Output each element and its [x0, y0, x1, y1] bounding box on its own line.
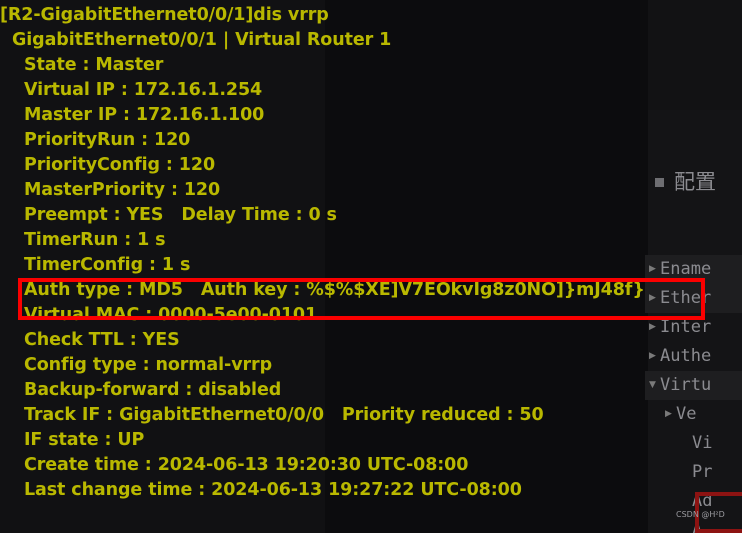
tree-item[interactable]: ▶ Inter	[645, 313, 742, 342]
watermark: CSDN @H²D	[676, 510, 725, 519]
screenshot-root: [R2-GigabitEthernet0/0/1]dis vrrp Gigabi…	[0, 0, 742, 533]
tree-item[interactable]: ▶ Ve	[645, 400, 742, 429]
terminal-line: Auth type : MD5 Auth key : %$%$XE]V7EOkv…	[0, 280, 704, 300]
config-tree[interactable]: ▶Ename▶Ether▶Inter▶Authe▼Virtu▶Ve▶Vi▶Pr▶…	[645, 255, 742, 533]
chevron-right-icon[interactable]: ▶	[645, 323, 660, 332]
tree-item[interactable]: ▶Vi	[645, 429, 742, 458]
terminal-line: Master IP : 172.16.1.100	[0, 105, 265, 125]
tree-item-label: Pr	[692, 462, 713, 482]
terminal-line: Create time : 2024-06-13 19:20:30 UTC-08…	[0, 455, 469, 475]
chevron-down-icon[interactable]: ▼	[645, 381, 660, 390]
tree-item[interactable]: ▶Pr	[645, 458, 742, 487]
tree-item-label: Ename	[660, 259, 712, 279]
tree-item-label: Authe	[660, 346, 712, 366]
terminal-line: PriorityConfig : 120	[0, 155, 216, 175]
chevron-right-icon[interactable]: ▶	[661, 410, 676, 419]
terminal-line: Check TTL : YES	[0, 330, 180, 350]
terminal-window[interactable]: [R2-GigabitEthernet0/0/1]dis vrrp Gigabi…	[0, 0, 704, 533]
tree-item-label: Inter	[660, 317, 712, 337]
terminal-line: Last change time : 2024-06-13 19:27:22 U…	[0, 480, 522, 500]
chevron-right-icon[interactable]: ▶	[645, 352, 660, 361]
terminal-line: Backup-forward : disabled	[0, 380, 282, 400]
tree-item[interactable]: ▶ Authe	[645, 342, 742, 371]
terminal-line: TimerRun : 1 s	[0, 230, 166, 250]
side-panel-header-label: 配置	[674, 170, 716, 194]
terminal-line: IF state : UP	[0, 430, 145, 450]
side-panel-header: 配置	[655, 172, 716, 193]
tree-item-label: Virtu	[660, 375, 712, 395]
tree-item[interactable]: ▶ Ename	[645, 255, 742, 284]
tree-item-label: Vi	[692, 433, 713, 453]
bullet-square-icon	[655, 178, 664, 187]
tree-item-label: Ether	[660, 288, 712, 308]
chevron-right-icon[interactable]: ▶	[645, 265, 660, 274]
terminal-line: State : Master	[0, 55, 164, 75]
chevron-right-icon[interactable]: ▶	[645, 294, 660, 303]
side-panel-top-region	[645, 0, 742, 110]
terminal-line: GigabitEthernet0/0/1 | Virtual Router 1	[0, 30, 392, 50]
terminal-line: Preempt : YES Delay Time : 0 s	[0, 205, 337, 225]
terminal-line: PriorityRun : 120	[0, 130, 191, 150]
terminal-line: Virtual MAC : 0000-5e00-0101	[0, 305, 318, 325]
terminal-line: [R2-GigabitEthernet0/0/1]dis vrrp	[0, 5, 329, 25]
tree-item-label: Ad	[692, 491, 713, 511]
tree-item-label: A	[692, 520, 703, 533]
terminal-output: [R2-GigabitEthernet0/0/1]dis vrrp Gigabi…	[0, 3, 704, 503]
tree-item[interactable]: ▼ Virtu	[645, 371, 742, 400]
terminal-line: Track IF : GigabitEthernet0/0/0 Priority…	[0, 405, 544, 425]
tree-item[interactable]: ▶ Ether	[645, 284, 742, 313]
tree-item-label: Ve	[676, 404, 697, 424]
terminal-line: MasterPriority : 120	[0, 180, 221, 200]
terminal-line: TimerConfig : 1 s	[0, 255, 191, 275]
terminal-line: Config type : normal-vrrp	[0, 355, 272, 375]
terminal-line: Virtual IP : 172.16.1.254	[0, 80, 263, 100]
